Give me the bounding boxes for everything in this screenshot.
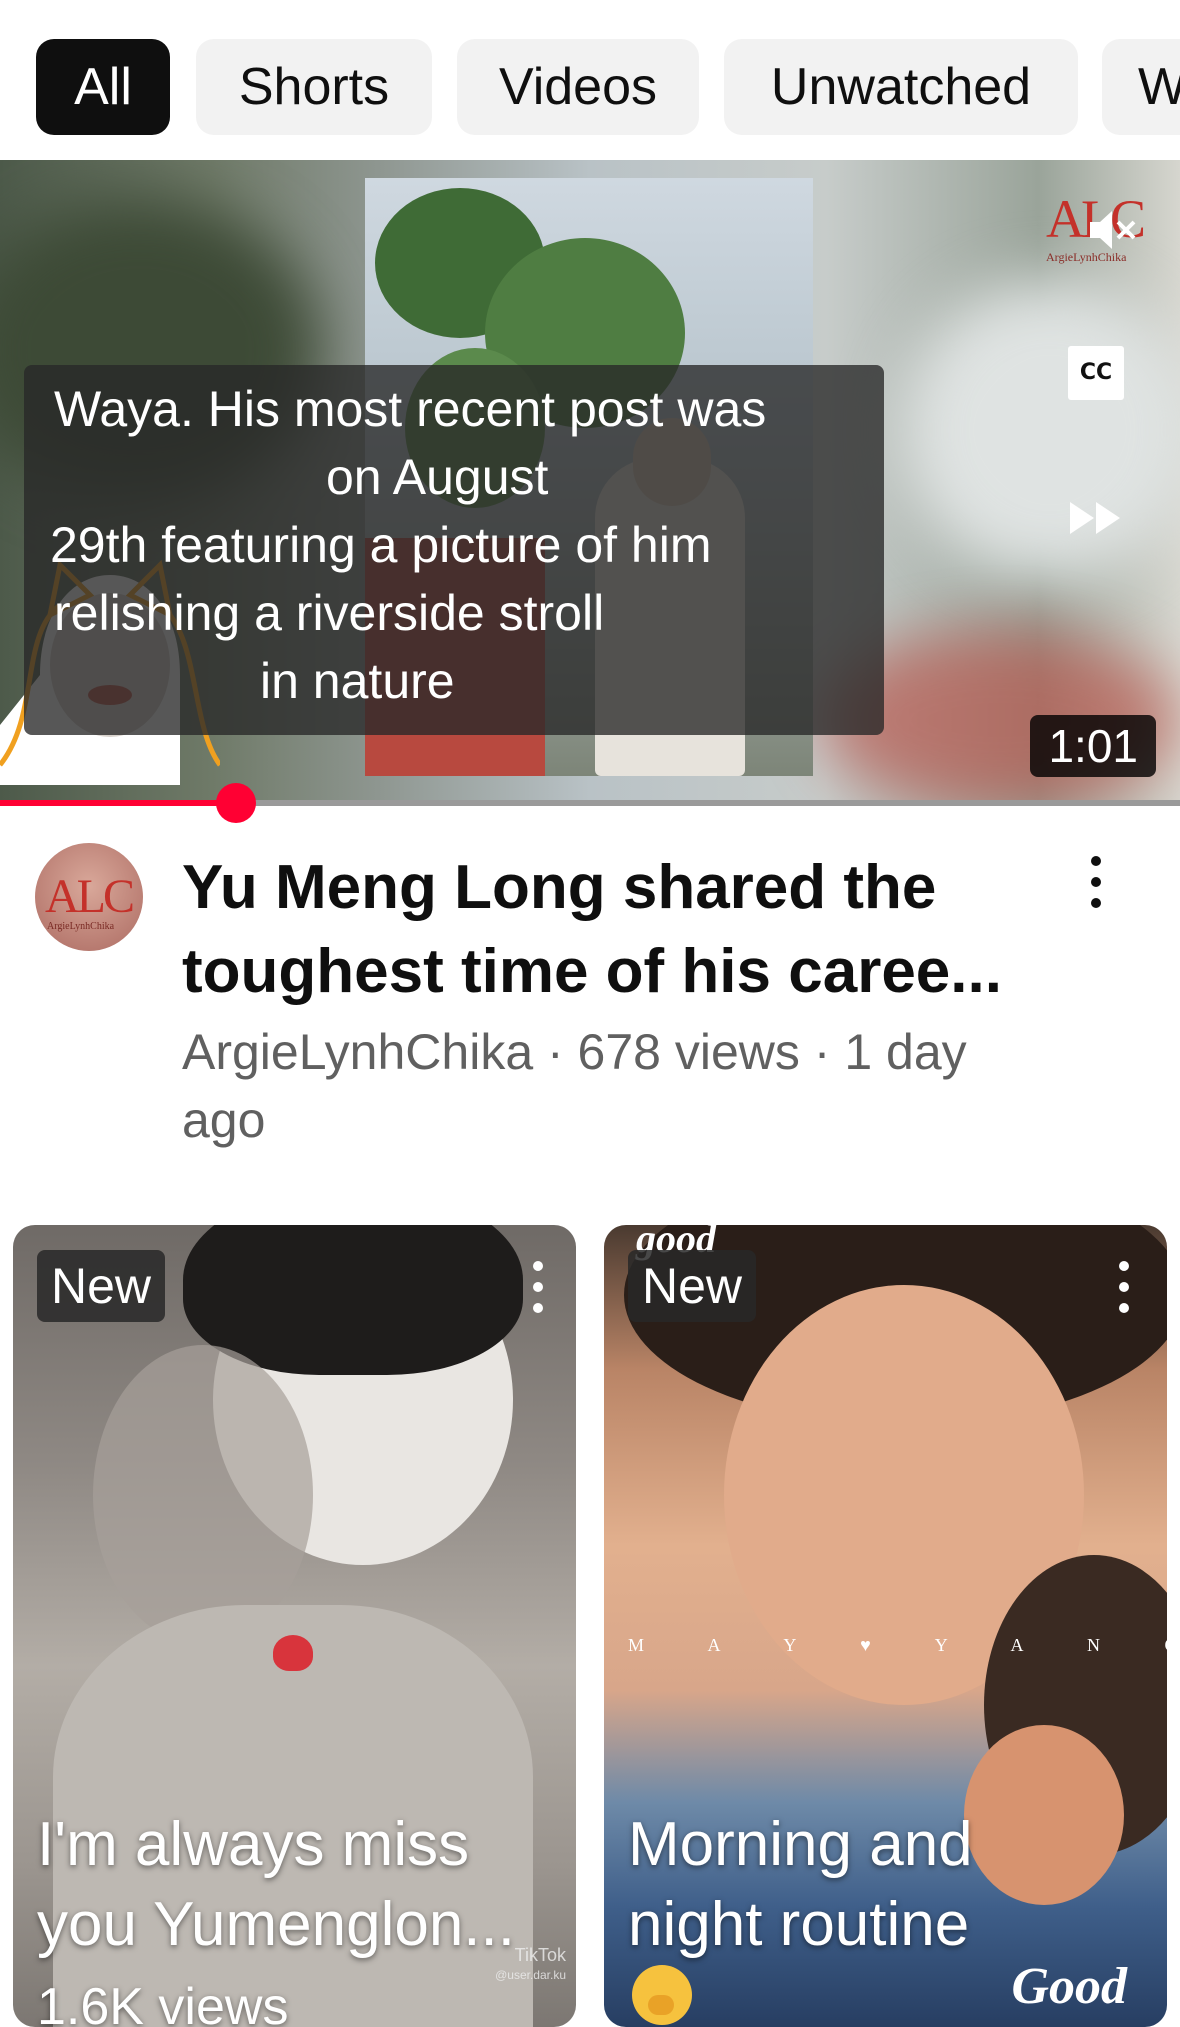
- overlay-letters: M A Y ♥ Y A N G: [628, 1635, 1167, 1655]
- duration-badge: 1:01: [1030, 715, 1156, 777]
- overlay-text-good-bottom: Good: [1011, 1958, 1127, 2015]
- chip-partial[interactable]: W: [1102, 39, 1180, 135]
- scrubber-handle[interactable]: [216, 783, 256, 823]
- title-line: Yu Meng Long shared the: [182, 853, 937, 922]
- new-badge: New: [628, 1250, 757, 1322]
- title-line: toughest time of his caree...: [182, 937, 1002, 1006]
- new-badge: New: [37, 1250, 166, 1322]
- ghost-face-shape: [93, 1345, 313, 1645]
- chip-all[interactable]: All: [36, 39, 170, 135]
- tiktok-watermark: TikTok @user.dar.ku: [495, 1945, 566, 1982]
- background-blur: [900, 280, 1180, 580]
- chip-unwatched[interactable]: Unwatched: [724, 39, 1078, 135]
- chip-shorts[interactable]: Shorts: [196, 39, 432, 135]
- more-options-icon[interactable]: [1104, 1257, 1144, 1317]
- hand-over-mouth-emoji-icon: [632, 1965, 692, 2025]
- short-views: 1.6K views: [37, 1978, 289, 2027]
- progress-bar[interactable]: [0, 783, 1180, 823]
- meta-line: ago: [182, 1092, 266, 1148]
- chip-videos[interactable]: Videos: [457, 39, 699, 135]
- meta-line: ArgieLynhChika · 678 views · 1 day: [182, 1024, 967, 1080]
- video-title[interactable]: Yu Meng Long shared the toughest time of…: [182, 846, 1042, 1014]
- short-card[interactable]: good M A Y ♥ Y A N G New Morning and nig…: [604, 1225, 1167, 2027]
- more-options-icon[interactable]: [518, 1257, 558, 1317]
- short-card[interactable]: New I'm always miss you Yumenglon... 1.6…: [13, 1225, 576, 2027]
- progress-fill: [0, 800, 236, 806]
- caption-line: Waya. His most recent post was: [54, 381, 767, 437]
- caption-line: on August: [326, 449, 549, 505]
- caption-line: 29th featuring a picture of him: [50, 517, 712, 573]
- caption-line: relishing a riverside stroll: [54, 585, 605, 641]
- subtitle-caption: Waya. His most recent post was on August…: [24, 365, 884, 735]
- caption-line: in nature: [260, 653, 455, 709]
- volume-off-icon[interactable]: [1082, 202, 1138, 258]
- video-player[interactable]: ALC ArgieLynhChika CC Waya. His most rec…: [0, 160, 1180, 806]
- short-title: I'm always miss you Yumenglon...: [37, 1810, 515, 1959]
- channel-avatar[interactable]: ALC ArgieLynhChika: [35, 843, 143, 951]
- video-metadata: ArgieLynhChika · 678 views · 1 day ago: [182, 1018, 1042, 1154]
- closed-captions-icon[interactable]: CC: [1068, 346, 1124, 400]
- more-options-icon[interactable]: [1076, 852, 1116, 912]
- filter-chip-bar: All Shorts Videos Unwatched W: [0, 0, 1180, 160]
- heart-shape: [273, 1635, 313, 1671]
